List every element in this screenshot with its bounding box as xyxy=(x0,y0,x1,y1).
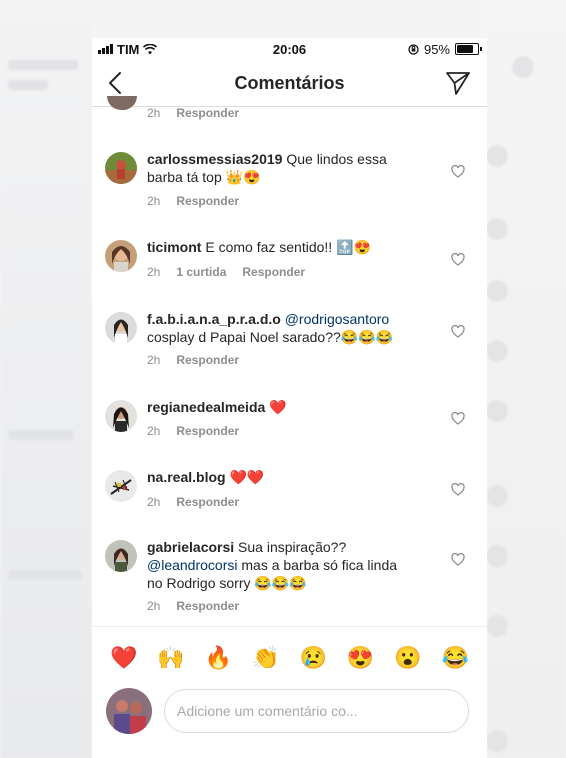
comment-time: 2h xyxy=(147,265,161,279)
comment-username[interactable]: na.real.blog xyxy=(147,469,226,485)
avatar xyxy=(107,96,137,110)
avatar[interactable] xyxy=(105,312,137,344)
heart-icon[interactable] xyxy=(451,165,465,178)
comment-meta: 2h 1 curtida Responder xyxy=(147,265,305,279)
comment-username[interactable]: f.a.b.i.a.n.a_p.r.a.d.o xyxy=(147,311,281,327)
background-blur-row xyxy=(8,80,48,90)
battery-icon xyxy=(455,43,482,55)
comment-meta: 2h Responder xyxy=(147,106,239,120)
background-panel-right xyxy=(486,0,566,758)
reply-button[interactable]: Responder xyxy=(176,495,239,509)
emoji-fire-button[interactable]: 🔥 xyxy=(203,645,233,670)
comment-composer xyxy=(92,688,487,736)
background-blur-avatar xyxy=(486,615,508,637)
avatar[interactable] xyxy=(105,152,137,184)
comment-content: cosplay d Papai Noel sarado??😂😂😂 xyxy=(147,329,394,345)
background-blur-avatar xyxy=(486,400,508,422)
heart-icon[interactable] xyxy=(451,325,465,338)
mention-link[interactable]: @leandrocorsi xyxy=(147,557,237,573)
reply-button[interactable]: Responder xyxy=(242,265,305,279)
emoji-cry-button[interactable]: 😢 xyxy=(298,645,328,670)
background-blur-avatar xyxy=(486,280,508,302)
reply-button[interactable]: Responder xyxy=(176,353,239,367)
comment-username[interactable]: carlossmessias2019 xyxy=(147,151,282,167)
background-blur-avatar xyxy=(486,545,508,567)
comment-text: gabrielacorsi Sua inspiração?? @leandroc… xyxy=(147,538,412,592)
paper-plane-icon[interactable] xyxy=(445,70,471,96)
background-blur-avatar xyxy=(486,218,508,240)
mention-link[interactable]: @rodrigosantoro xyxy=(285,311,390,327)
heart-icon[interactable] xyxy=(451,412,465,425)
reply-button[interactable]: Responder xyxy=(176,599,239,613)
background-blur-row xyxy=(8,570,82,580)
heart-icon[interactable] xyxy=(451,553,465,566)
comment-time: 2h xyxy=(147,194,161,208)
orientation-lock-icon xyxy=(408,43,419,55)
comments-screen: TIM 20:06 95% Comentários 2h Responder c… xyxy=(92,38,487,758)
battery-percent: 95% xyxy=(423,41,450,57)
emoji-heart-button[interactable]: ❤️ xyxy=(109,645,139,670)
comment-content: ❤️❤️ xyxy=(229,469,265,485)
page-title: Comentários xyxy=(234,73,345,93)
emoji-raised-hands-button[interactable]: 🙌 xyxy=(156,645,186,670)
comment-meta: 2h Responder xyxy=(147,424,239,438)
comment-input[interactable] xyxy=(164,689,469,733)
reply-button[interactable]: Responder xyxy=(176,106,239,120)
background-panel-left xyxy=(0,0,92,758)
likes-count[interactable]: 1 curtida xyxy=(176,265,226,279)
comment-meta: 2h Responder xyxy=(147,599,239,613)
background-blur-avatar xyxy=(486,340,508,362)
comment-text: ticimont E como faz sentido!! 🔝😍 xyxy=(147,238,412,256)
emoji-laughing-button[interactable]: 😂 xyxy=(440,645,470,670)
comment-content: E como faz sentido!! 🔝😍 xyxy=(205,239,371,255)
heart-icon[interactable] xyxy=(451,483,465,496)
comment-time: 2h xyxy=(147,106,161,120)
current-user-avatar xyxy=(106,688,152,734)
avatar[interactable] xyxy=(105,400,137,432)
reply-button[interactable]: Responder xyxy=(176,194,239,208)
comment-meta: 2h Responder xyxy=(147,495,239,509)
comment-text: carlossmessias2019 Que lindos essa barba… xyxy=(147,150,412,186)
background-blur-row xyxy=(8,430,74,440)
background-blur-avatar xyxy=(486,145,508,167)
background-blur-avatar xyxy=(486,730,508,752)
comment-text: regianedealmeida ❤️ xyxy=(147,398,412,416)
reply-button[interactable]: Responder xyxy=(176,424,239,438)
partial-comment-row: 2h Responder xyxy=(92,96,487,126)
status-bar: TIM 20:06 95% xyxy=(92,38,487,60)
comment-text: f.a.b.i.a.n.a_p.r.a.d.o @rodrigosantoro … xyxy=(147,310,412,346)
nav-bar: Comentários xyxy=(92,60,487,107)
heart-icon[interactable] xyxy=(451,253,465,266)
comment-text: na.real.blog ❤️❤️ xyxy=(147,468,412,486)
comment-meta: 2h Responder xyxy=(147,194,239,208)
background-blur-avatar xyxy=(512,56,534,78)
comment-username[interactable]: ticimont xyxy=(147,239,201,255)
comment-username[interactable]: gabrielacorsi xyxy=(147,539,234,555)
comment-meta: 2h Responder xyxy=(147,353,239,367)
comment-content-intro: Sua inspiração?? xyxy=(238,539,347,555)
comment-time: 2h xyxy=(147,495,161,509)
comment-username[interactable]: regianedealmeida xyxy=(147,399,265,415)
comment-time: 2h xyxy=(147,599,161,613)
status-right: 95% xyxy=(408,41,482,57)
emoji-surprised-button[interactable]: 😮 xyxy=(393,645,423,670)
emoji-heart-eyes-button[interactable]: 😍 xyxy=(346,645,376,670)
emoji-clap-button[interactable]: 👏 xyxy=(251,645,281,670)
avatar[interactable] xyxy=(105,470,137,502)
comment-content: ❤️ xyxy=(269,399,287,415)
comment-time: 2h xyxy=(147,353,161,367)
avatar[interactable] xyxy=(105,540,137,572)
avatar[interactable] xyxy=(105,240,137,272)
background-blur-row xyxy=(8,60,78,70)
background-blur-avatar xyxy=(486,485,508,507)
emoji-quick-bar: ❤️ 🙌 🔥 👏 😢 😍 😮 😂 xyxy=(92,626,487,688)
comment-time: 2h xyxy=(147,424,161,438)
